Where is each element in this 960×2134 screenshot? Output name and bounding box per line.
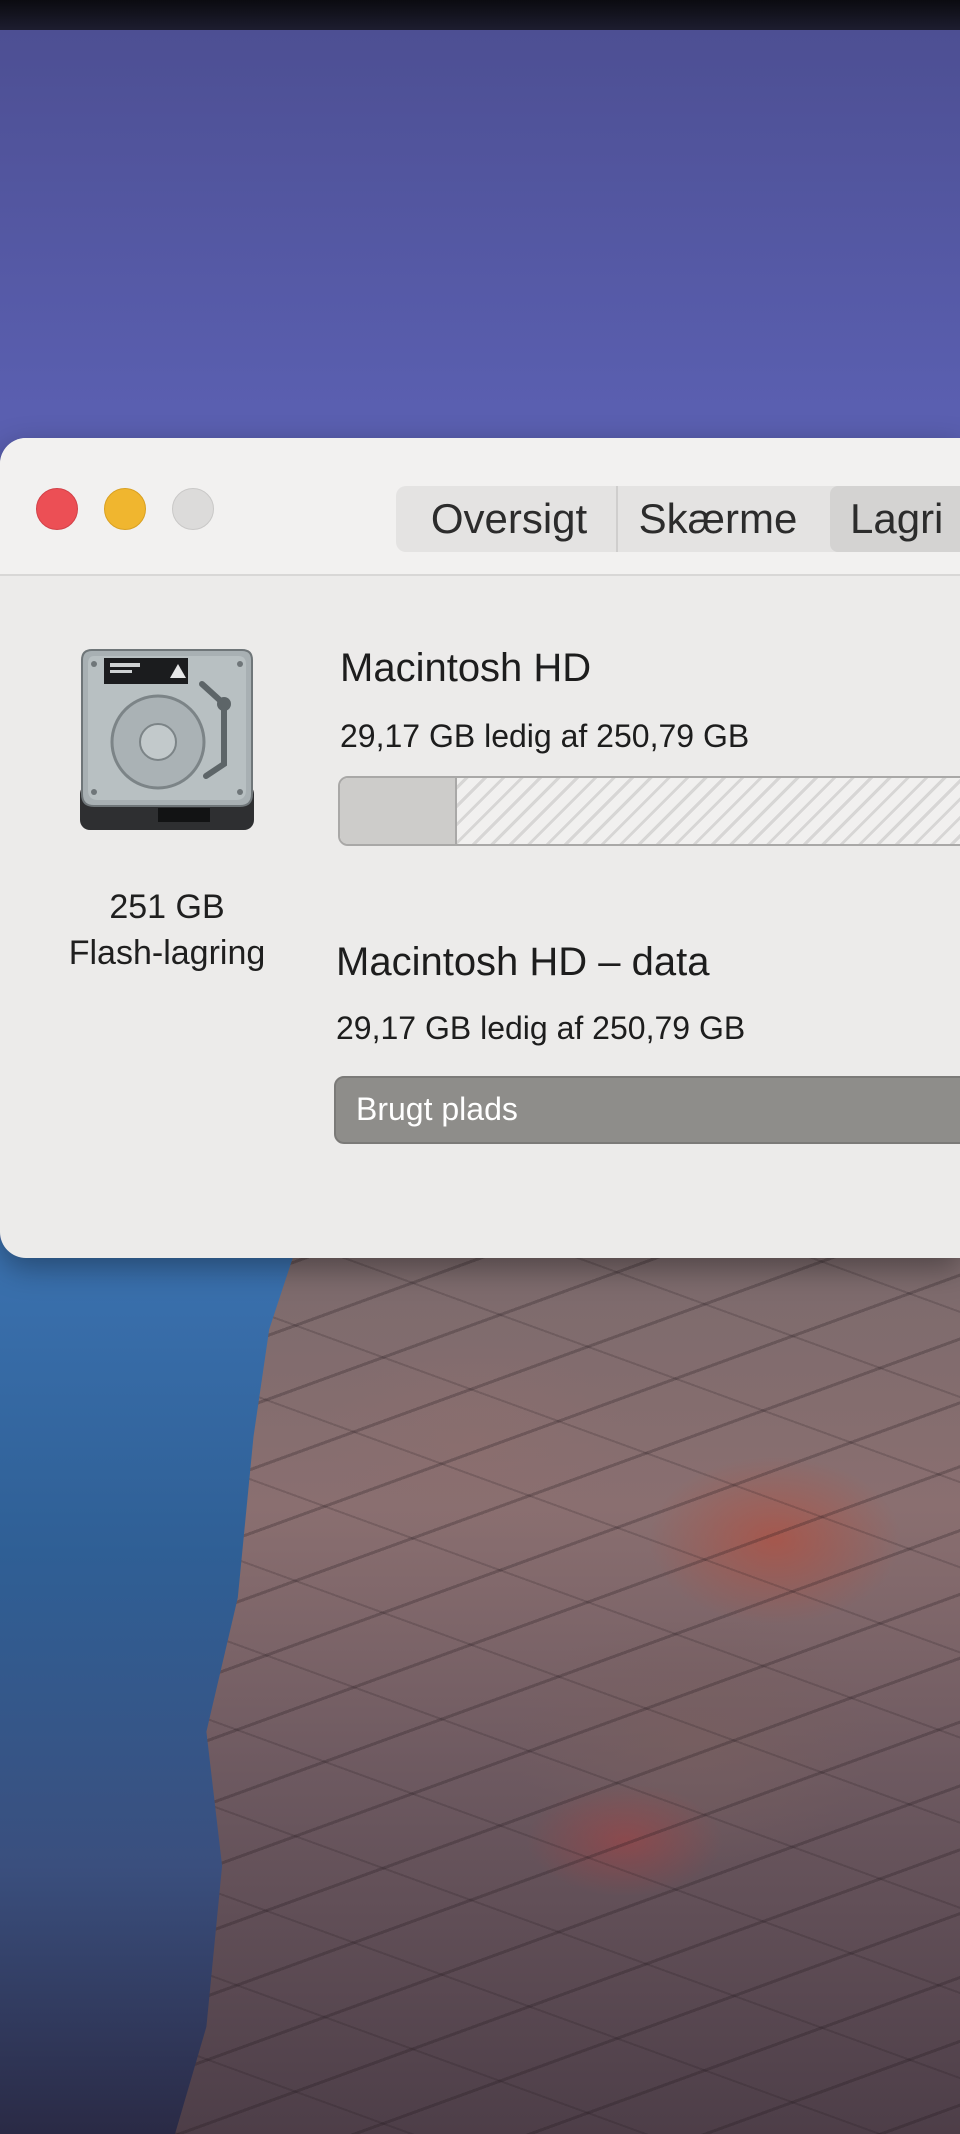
used-space-label: Brugt plads [356,1091,518,1127]
tab-overview[interactable]: Oversigt [414,486,604,552]
volume-name: Macintosh HD [340,646,592,690]
wallpaper-rock-texture [175,1240,960,2134]
storage-used-fill [340,778,458,844]
close-button[interactable] [36,488,78,530]
zoom-button[interactable] [172,488,214,530]
volume-summary-data: 29,17 GB ledig af 250,79 GB [336,1010,746,1046]
disk-capacity: 251 GB [109,888,225,926]
volume-summary: 29,17 GB ledig af 250,79 GB [340,718,750,754]
storage-usage-bar[interactable] [338,776,960,846]
tab-storage[interactable]: Lagri [830,486,960,552]
storage-usage-bar-data[interactable]: Brugt plads [334,1076,960,1144]
disk-caption: 251 GB Flash-lagring [0,884,334,976]
about-this-mac-window: Oversigt Skærme Lagri 251 GB Flash-lagri… [0,438,960,1258]
disk-type: Flash-lagring [68,934,266,972]
tab-displays[interactable]: Skærme [616,486,818,552]
volume-name-data: Macintosh HD – data [336,940,710,984]
tab-bar: Oversigt Skærme Lagri [396,486,960,552]
window-titlebar: Oversigt Skærme Lagri [0,438,960,576]
hard-drive-icon [80,649,254,830]
minimize-button[interactable] [104,488,146,530]
